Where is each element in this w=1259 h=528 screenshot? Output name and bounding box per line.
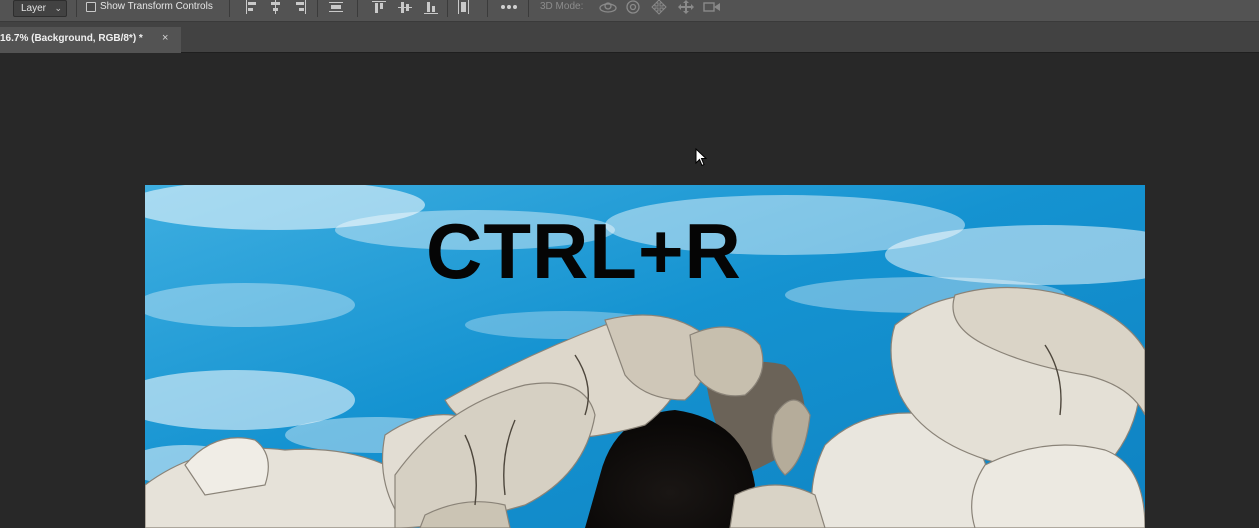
toolbar-divider xyxy=(229,0,230,17)
toolbar-divider xyxy=(76,0,77,17)
chevron-down-icon: ⌄ xyxy=(54,3,62,13)
document-tab-bar: 16.7% (Background, RGB/8*) * × xyxy=(0,22,1259,53)
3d-roll-icon[interactable] xyxy=(625,0,641,15)
3d-orbit-icon[interactable] xyxy=(598,0,618,15)
document-tab[interactable]: 16.7% (Background, RGB/8*) * × xyxy=(0,27,181,53)
options-bar: Layer ⌄ Show Transform Controls 3D Mode: xyxy=(0,0,1259,22)
auto-select-target-dropdown[interactable]: Layer ⌄ xyxy=(13,0,67,17)
align-bottom-edges-icon[interactable] xyxy=(423,0,439,15)
align-top-edges-icon[interactable] xyxy=(371,0,387,15)
show-transform-controls-label: Show Transform Controls xyxy=(100,1,213,12)
align-right-edges-icon[interactable] xyxy=(292,0,308,15)
photoshop-window: Layer ⌄ Show Transform Controls 3D Mode:… xyxy=(0,0,1259,528)
more-options-icon[interactable] xyxy=(500,0,518,14)
distribute-horizontal-icon[interactable] xyxy=(328,0,344,15)
align-left-edges-icon[interactable] xyxy=(244,0,260,15)
distribute-vertical-icon[interactable] xyxy=(456,0,472,15)
3d-slide-icon[interactable] xyxy=(677,0,695,15)
mouse-cursor-icon xyxy=(695,147,708,167)
auto-select-target-value: Layer xyxy=(21,3,47,14)
toolbar-divider xyxy=(487,0,488,17)
toolbar-divider xyxy=(447,0,448,17)
canvas-text-layer[interactable]: CTRL+R xyxy=(426,210,742,292)
close-icon[interactable]: × xyxy=(162,31,168,45)
align-vertical-centers-icon[interactable] xyxy=(397,0,413,15)
3d-scale-icon[interactable] xyxy=(703,0,721,15)
document-tab-title: 16.7% (Background, RGB/8*) * xyxy=(0,33,143,44)
toolbar-divider xyxy=(528,0,529,17)
toolbar-divider xyxy=(317,0,318,17)
show-transform-controls-checkbox[interactable] xyxy=(86,2,96,12)
align-horizontal-centers-icon[interactable] xyxy=(268,0,284,15)
toolbar-divider xyxy=(357,0,358,17)
3d-mode-label: 3D Mode: xyxy=(540,1,584,12)
3d-pan-icon[interactable] xyxy=(651,0,667,15)
